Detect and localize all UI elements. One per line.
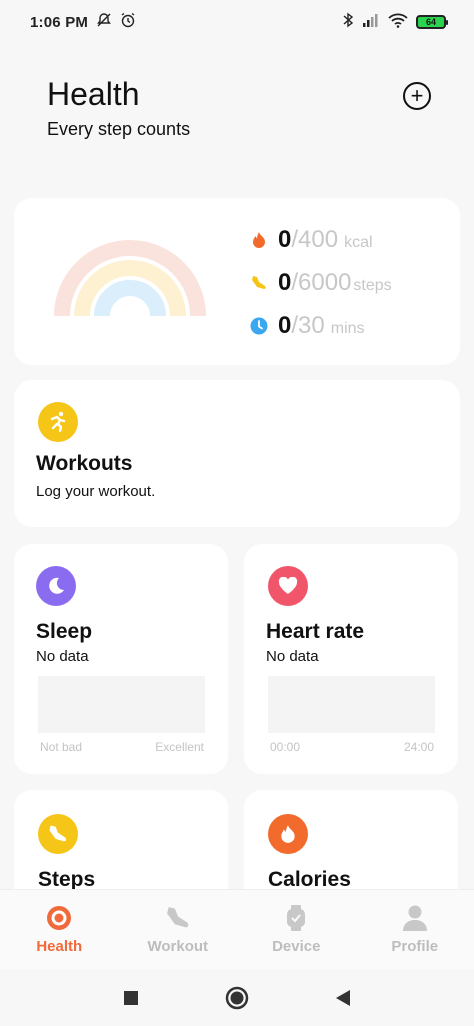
activity-metrics: 0 /400 kcal 0 /6000 steps 0 /30 mins: [250, 226, 392, 355]
steps-metric: 0 /6000 steps: [250, 269, 392, 312]
sleep-title: Sleep: [36, 620, 93, 643]
shoe-icon: [250, 274, 268, 292]
status-left: 1:06 PM: [30, 12, 136, 32]
tab-profile[interactable]: Profile: [356, 890, 474, 969]
tab-workout[interactable]: Workout: [119, 890, 238, 969]
triangle-back-icon: [336, 989, 350, 1006]
flame-icon: [250, 231, 268, 249]
minutes-metric: 0 /30 mins: [250, 312, 392, 355]
status-time: 1:06 PM: [30, 13, 89, 31]
minutes-unit: mins: [330, 320, 365, 337]
page-title: Health: [47, 76, 140, 112]
sleep-chart-placeholder: [38, 676, 205, 733]
steps-unit: steps: [353, 277, 392, 294]
sleep-card[interactable]: Sleep No data Not bad Excellent: [14, 544, 228, 774]
system-nav-bar: [0, 969, 474, 1026]
steps-value: 0: [278, 269, 292, 296]
shoe-icon: [164, 904, 192, 932]
health-ring-icon: [45, 904, 73, 932]
home-button[interactable]: [222, 983, 252, 1013]
workouts-subtitle: Log your workout.: [36, 483, 156, 500]
mute-icon: [96, 12, 112, 32]
calories-target: /400: [291, 226, 339, 253]
signal-icon: [362, 13, 380, 31]
steps-target: /6000: [291, 269, 352, 296]
battery-icon: 64: [416, 15, 448, 29]
heart-rate-axis-right: 24:00: [403, 740, 434, 754]
flame-icon: [268, 814, 308, 854]
back-button[interactable]: [328, 983, 358, 1013]
status-right: 64: [342, 12, 448, 32]
sleep-status: No data: [36, 648, 89, 665]
wifi-icon: [388, 13, 408, 32]
heart-rate-card[interactable]: Heart rate No data 00:00 24:00: [244, 544, 458, 774]
workouts-card[interactable]: Workouts Log your workout.: [14, 380, 460, 527]
page-header: Health Every step counts: [47, 76, 190, 140]
bluetooth-icon: [342, 12, 354, 32]
watch-icon: [282, 904, 310, 932]
heart-rate-title: Heart rate: [266, 620, 365, 643]
heart-rate-chart-placeholder: [268, 676, 435, 733]
minutes-target: /30: [291, 312, 325, 339]
alarm-icon: [120, 12, 136, 32]
tab-profile-label: Profile: [391, 938, 439, 955]
shoe-icon: [38, 814, 78, 854]
workouts-title: Workouts: [36, 452, 133, 475]
square-icon: [124, 990, 138, 1005]
minutes-value: 0: [278, 312, 292, 339]
status-bar: 1:06 PM 64: [0, 0, 474, 44]
add-button[interactable]: +: [403, 82, 431, 110]
running-icon: [38, 402, 78, 442]
calories-value: 0: [278, 226, 292, 253]
sleep-axis-right: Excellent: [155, 740, 204, 754]
tab-health-label: Health: [36, 938, 83, 955]
recents-button[interactable]: [116, 983, 146, 1013]
heart-icon: [268, 566, 308, 606]
calories-metric: 0 /400 kcal: [250, 226, 392, 269]
activity-rings-icon: [54, 240, 206, 320]
circle-icon: [225, 986, 249, 1009]
sleep-axis-left: Not bad: [40, 740, 83, 754]
tab-device[interactable]: Device: [237, 890, 356, 969]
clock-icon: [250, 317, 268, 335]
plus-icon: +: [410, 83, 424, 108]
heart-rate-status: No data: [266, 648, 319, 665]
page-subtitle: Every step counts: [47, 119, 191, 139]
person-icon: [401, 904, 429, 932]
bottom-tab-bar: Health Workout Device Profile: [0, 889, 474, 969]
heart-rate-axis-left: 00:00: [270, 740, 301, 754]
moon-icon: [36, 566, 76, 606]
tab-device-label: Device: [272, 938, 321, 955]
tab-workout-label: Workout: [147, 938, 209, 955]
activity-summary-card[interactable]: 0 /400 kcal 0 /6000 steps 0 /30 mins: [14, 198, 460, 365]
tab-health[interactable]: Health: [0, 890, 119, 969]
calories-unit: kcal: [344, 234, 373, 251]
